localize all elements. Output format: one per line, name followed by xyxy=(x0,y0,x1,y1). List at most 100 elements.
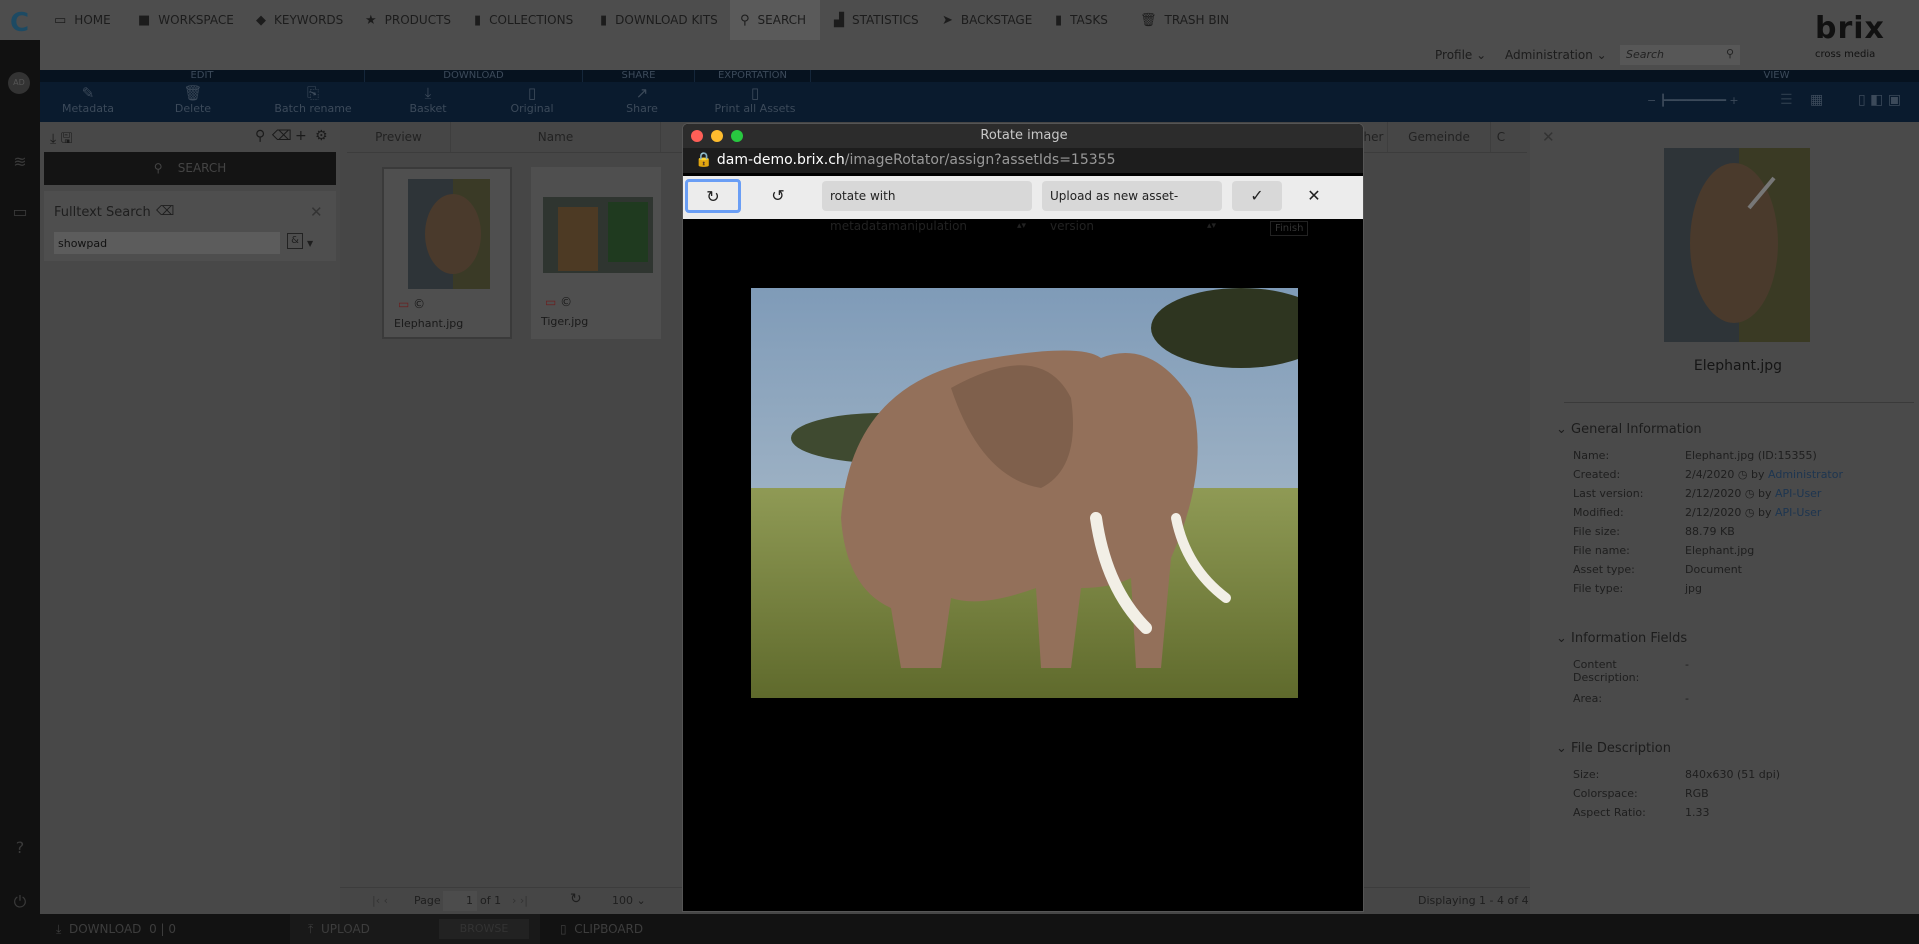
top-navigation: C ▭ HOME ■ WORKSPACE ◆ KEYWORDS ★ PRODUCTS ▮… xyxy=(0,0,1919,70)
clock-icon: ◷ xyxy=(1744,487,1755,500)
close-icon[interactable]: ✕ xyxy=(1542,128,1555,146)
ribbon-toolbar: ✎ Metadata 🗑 Delete ⎘ Batch rename ⤓ Basket … xyxy=(40,82,1919,122)
confirm-button[interactable]: ✓ xyxy=(1232,181,1282,211)
global-search-input[interactable]: Search ⚲ xyxy=(1620,45,1740,65)
delete-button[interactable]: 🗑 Delete xyxy=(168,84,218,115)
search-panel: ⤓ 🖫 ⚲ ⌫ + ⚙ ⚲ SEARCH Fulltext Search ⌫ ✕… xyxy=(40,122,340,914)
clock-icon: ◷ xyxy=(1744,506,1755,519)
nav-keywords[interactable]: ◆ KEYWORDS xyxy=(246,0,353,40)
star-icon: ★ xyxy=(365,12,377,28)
section-general-information[interactable]: ⌄ General Information xyxy=(1556,422,1702,437)
refresh-icon[interactable]: ↻ xyxy=(570,891,582,907)
nav-collections[interactable]: ▮ COLLECTIONS xyxy=(464,0,583,40)
nav-statistics[interactable]: ▟ STATISTICS xyxy=(824,0,929,40)
page-size-select[interactable]: 100 ⌄ xyxy=(612,894,646,907)
info-row: Modified: 2/12/2020 ◷ by API-User xyxy=(1573,506,1822,519)
briefcase-icon: ▮ xyxy=(474,12,482,28)
column-gemeinde[interactable]: Gemeinde xyxy=(1388,122,1491,152)
detail-preview-image xyxy=(1664,148,1810,342)
page-input[interactable]: 1 xyxy=(443,891,477,911)
asset-thumbnail xyxy=(408,179,490,289)
avatar[interactable]: AD xyxy=(8,72,30,94)
clipboard-icon: ▮ xyxy=(1055,12,1063,28)
share-button[interactable]: ↗ Share xyxy=(612,84,672,115)
user-link[interactable]: API-User xyxy=(1775,487,1821,500)
basket-button[interactable]: ⤓ Basket xyxy=(398,84,458,115)
column-name[interactable]: Name xyxy=(451,122,661,152)
user-link[interactable]: API-User xyxy=(1775,506,1821,519)
asset-card[interactable]: ▭ © Elephant.jpg xyxy=(382,167,512,339)
asset-card[interactable]: ▭ © Tiger.jpg xyxy=(531,167,661,339)
nav-download-kits[interactable]: ▮ DOWNLOAD KITS xyxy=(590,0,728,40)
chat-icon[interactable]: ▭ xyxy=(10,202,30,221)
nav-home[interactable]: ▭ HOME xyxy=(44,0,121,40)
user-link[interactable]: Administrator xyxy=(1768,468,1843,481)
nav-workspace[interactable]: ■ WORKSPACE xyxy=(128,0,244,40)
section-file-description[interactable]: ⌄ File Description xyxy=(1556,741,1671,756)
select-arrows-icon: ▴▾ xyxy=(1016,221,1026,231)
info-row: File size: 88.79 KB xyxy=(1573,525,1735,538)
download-icon[interactable]: ⤓ xyxy=(50,131,56,147)
cancel-button[interactable]: ✕ xyxy=(1299,181,1329,211)
clear-field-icon[interactable]: ⌫ xyxy=(156,204,174,219)
print-all-assets-button[interactable]: ▯ Print all Assets xyxy=(710,84,800,115)
panel-layout-icon[interactable]: ▯ ◧ ▣ xyxy=(1858,92,1901,108)
zoom-slider[interactable]: − ┣━━━━━━━━━ + xyxy=(1647,94,1787,107)
rotate-mode-select[interactable]: rotate with metadatamanipulation ▴▾ xyxy=(822,181,1032,233)
original-button[interactable]: ▯ Original xyxy=(502,84,562,115)
help-icon[interactable]: ? xyxy=(10,838,30,857)
clipboard-icon: ▯ xyxy=(560,922,567,936)
add-icon[interactable]: + xyxy=(295,128,307,144)
download-tray[interactable]: ⤓ DOWNLOAD 0 | 0 xyxy=(56,922,176,937)
section-information-fields[interactable]: ⌄ Information Fields xyxy=(1556,631,1687,646)
copyright-icon: © xyxy=(413,297,426,311)
trash-icon: 🗑 xyxy=(183,84,203,102)
close-window-button[interactable] xyxy=(691,130,703,142)
close-icon[interactable]: ✕ xyxy=(310,203,323,221)
clipboard-button[interactable]: ▯ CLIPBOARD xyxy=(560,922,643,936)
edit-icon: ✎ xyxy=(81,84,95,102)
search-button[interactable]: ⚲ SEARCH xyxy=(44,152,336,185)
app-logo-icon[interactable]: C xyxy=(10,8,34,38)
operator-button[interactable]: & xyxy=(287,233,303,249)
settings-icon[interactable]: ⚙ xyxy=(315,128,328,144)
browse-button[interactable]: BROWSE xyxy=(439,919,529,939)
batch-rename-button[interactable]: ⎘ Batch rename xyxy=(268,84,358,115)
column-c[interactable]: C xyxy=(1491,122,1511,152)
upload-button[interactable]: ⤒ UPLOAD xyxy=(308,922,370,937)
save-icon[interactable]: 🖫 xyxy=(61,131,73,147)
first-page-icon[interactable]: |‹ ‹ xyxy=(372,894,388,907)
profile-menu[interactable]: Profile ⌄ xyxy=(1435,48,1486,62)
upload-mode-select[interactable]: Upload as new asset-version ▴▾ xyxy=(1042,181,1222,233)
caret-down-icon[interactable]: ▼ xyxy=(307,239,313,248)
column-other[interactable]: her xyxy=(1360,122,1388,152)
info-row: Name: Elephant.jpg (ID:15355) xyxy=(1573,449,1817,462)
nav-trash-bin[interactable]: 🗑 TRASH BIN xyxy=(1130,0,1239,40)
next-page-icon[interactable]: › ›| xyxy=(512,894,528,907)
administration-menu[interactable]: Administration ⌄ xyxy=(1505,48,1607,62)
grid-view-icon[interactable]: ▦ xyxy=(1810,92,1823,108)
info-row: Last version: 2/12/2020 ◷ by API-User xyxy=(1573,487,1822,500)
power-icon[interactable]: ⏻ xyxy=(10,892,30,912)
nav-tasks[interactable]: ▮ TASKS xyxy=(1045,0,1118,40)
rotate-clockwise-button[interactable]: ↻ xyxy=(685,179,741,213)
rename-icon: ⎘ xyxy=(306,84,319,102)
nav-backstage[interactable]: ➤ BACKSTAGE xyxy=(932,0,1042,40)
finish-button[interactable]: Finish xyxy=(1270,221,1309,236)
refresh-search-icon[interactable]: ⚲ xyxy=(255,128,265,144)
nav-search[interactable]: ⚲ SEARCH xyxy=(730,0,820,40)
layers-icon[interactable]: ≋ xyxy=(10,152,30,171)
minimize-window-button[interactable] xyxy=(711,130,723,142)
asset-name: Tiger.jpg xyxy=(541,315,589,328)
rotate-toolbar: ↻ ↺ rotate with metadatamanipulation ▴▾ U… xyxy=(683,176,1363,233)
metadata-button[interactable]: ✎ Metadata xyxy=(58,84,118,115)
maximize-window-button[interactable] xyxy=(731,130,743,142)
section-view: VIEW xyxy=(1763,70,1790,81)
fulltext-input[interactable] xyxy=(54,232,280,254)
nav-products[interactable]: ★ PRODUCTS xyxy=(355,0,461,40)
info-row: Size: 840x630 (51 dpi) xyxy=(1573,768,1781,781)
column-preview[interactable]: Preview xyxy=(347,122,451,152)
rotate-counterclockwise-button[interactable]: ↺ xyxy=(758,181,798,211)
list-view-icon[interactable]: ☰ xyxy=(1780,92,1793,108)
clear-icon[interactable]: ⌫ xyxy=(272,128,292,144)
